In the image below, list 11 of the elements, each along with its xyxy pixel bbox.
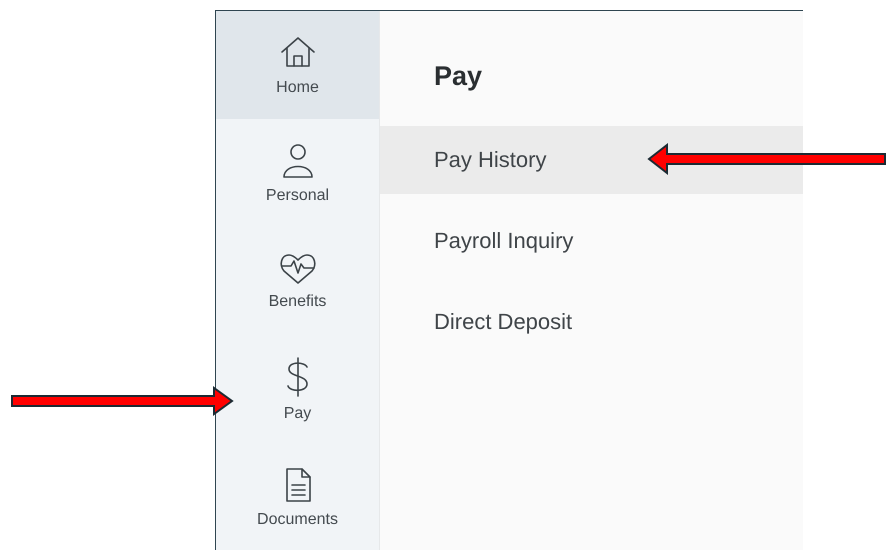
sidebar-label: Benefits — [268, 293, 326, 311]
sidebar-label: Pay — [284, 405, 312, 423]
arrow-icon — [647, 143, 887, 175]
sidebar-label: Home — [276, 79, 319, 97]
sidebar-label: Personal — [266, 187, 330, 205]
sidebar-label: Documents — [257, 511, 338, 529]
sidebar-item[interactable]: Home — [216, 11, 379, 119]
menu-item[interactable]: Pay History — [380, 126, 803, 194]
panel-title: Pay — [433, 60, 484, 93]
arrow-icon — [10, 386, 234, 416]
heart-pulse-icon — [278, 251, 318, 287]
